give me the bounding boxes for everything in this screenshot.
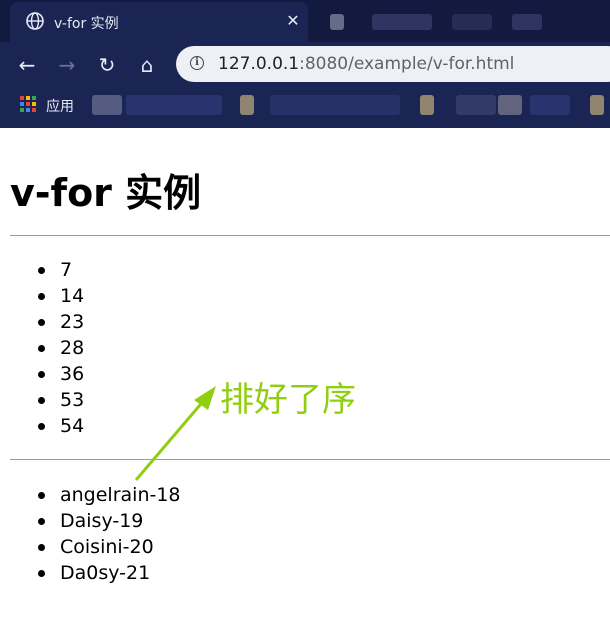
- sorted-numbers-list: 7 14 23 28 36 53 54: [37, 257, 85, 439]
- tab-title: v-for 实例: [54, 16, 119, 32]
- list-item: 23: [37, 311, 85, 333]
- globe-icon: [26, 12, 44, 30]
- list-item: Daisy-19: [38, 508, 181, 534]
- navigation-bar: ← → ↻ ⌂ i 127.0.0.1:8080/example/v-for.h…: [0, 42, 610, 88]
- blurred-tab-content: [330, 14, 344, 30]
- blurred-tab-content: [452, 14, 492, 30]
- back-button[interactable]: ←: [13, 51, 41, 79]
- blurred-bookmark[interactable]: [498, 95, 522, 115]
- url-text[interactable]: 127.0.0.1:8080/example/v-for.html: [218, 54, 514, 74]
- annotation-label: 排好了序: [220, 380, 356, 420]
- blurred-tab-content: [512, 14, 542, 30]
- info-icon[interactable]: i: [190, 56, 204, 70]
- list-item: 54: [37, 415, 85, 437]
- home-button[interactable]: ⌂: [133, 51, 161, 79]
- list-item: 53: [37, 389, 85, 411]
- blurred-bookmark[interactable]: [420, 95, 434, 115]
- blurred-bookmark[interactable]: [530, 95, 570, 115]
- bookmarks-bar: 应用: [0, 88, 610, 122]
- list-item: 14: [37, 285, 85, 307]
- list-item: angelrain-18: [38, 484, 181, 506]
- forward-button[interactable]: →: [53, 51, 81, 79]
- page-content: v-for 实例 7 14 23 28 36 53 54 angelrain-18 Daisy…: [0, 128, 610, 633]
- page-title: v-for 实例: [10, 171, 202, 215]
- reload-button[interactable]: ↻: [93, 51, 121, 79]
- browser-chrome: v-for 实例 ✕ ← → ↻ ⌂ i 127.0.0.1:8080/exam…: [0, 0, 610, 128]
- people-list: angelrain-18 Daisy-19 Coisini-20 Da0sy-21: [38, 482, 181, 586]
- apps-grid-icon[interactable]: [20, 96, 36, 112]
- blurred-bookmark[interactable]: [590, 95, 604, 115]
- list-item: 36: [37, 363, 85, 385]
- close-icon[interactable]: ✕: [282, 10, 304, 32]
- apps-label[interactable]: 应用: [46, 96, 74, 116]
- address-bar[interactable]: i 127.0.0.1:8080/example/v-for.html: [176, 46, 610, 82]
- blurred-bookmark[interactable]: [240, 95, 254, 115]
- blurred-bookmark[interactable]: [456, 95, 496, 115]
- list-item: 7: [37, 257, 84, 283]
- divider: [10, 459, 610, 460]
- divider: [10, 235, 610, 236]
- tab-strip: v-for 实例 ✕: [0, 0, 610, 42]
- blurred-bookmark[interactable]: [270, 95, 400, 115]
- blurred-bookmark[interactable]: [92, 95, 122, 115]
- list-item: 28: [37, 337, 85, 359]
- blurred-bookmark[interactable]: [126, 95, 222, 115]
- list-item: Da0sy-21: [38, 560, 181, 586]
- tab-active[interactable]: v-for 实例 ✕: [10, 2, 308, 42]
- url-host: 127.0.0.1: [218, 54, 300, 74]
- list-item: Coisini-20: [38, 534, 181, 560]
- tab-inactive-blurred[interactable]: [312, 2, 610, 42]
- blurred-tab-content: [372, 14, 432, 30]
- url-path: :8080/example/v-for.html: [299, 54, 515, 74]
